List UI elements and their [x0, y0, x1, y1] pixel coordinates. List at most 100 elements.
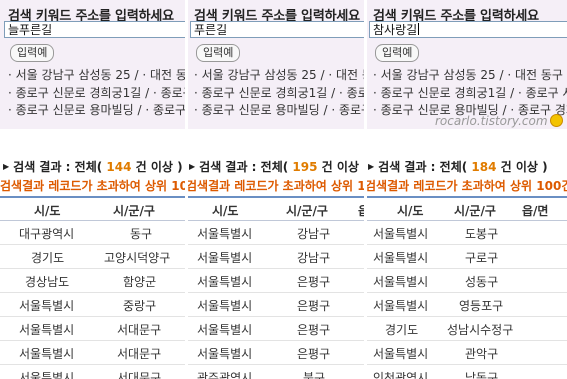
table-header: 시/도 시/군/구 읍/면 [186, 196, 365, 221]
cell-sido: 광주광역시 [197, 371, 253, 379]
cell-sigungu: 은평구 [297, 275, 331, 289]
cell-sido: 서울특별시 [373, 227, 429, 241]
example-line: · 종로구 신문로 용마빌딩 / · 종로구 경희궁의 아침 [194, 103, 365, 117]
cell-sigungu: 중랑구 [123, 299, 157, 313]
column-header-sido: 시/도 [397, 204, 424, 218]
cell-sigungu: 동구 [130, 227, 153, 241]
panel-divider [364, 0, 367, 379]
example-line: · 서울 강남구 삼성동 25 / · 대전 동구 중앙동 20 [373, 68, 567, 82]
search-panel-1: 검색 키워드 주소를 입력하세요 늘푸른길 입력예 · 서울 강남구 삼성동 2… [0, 0, 186, 379]
cell-sido: 서울특별시 [19, 323, 75, 337]
result-count-suffix: 건 이상 ) [500, 160, 548, 174]
table-row[interactable]: 서울특별시 중랑구 [0, 293, 186, 317]
example-button[interactable]: 입력예 [196, 44, 241, 62]
result-count: ▶ 검색 결과 : 전체( 144 건 이상 ) [3, 158, 183, 175]
cell-sido: 경기도 [31, 251, 65, 265]
table-row[interactable]: 경기도 성남시수정구 [365, 317, 567, 341]
watermark-logo-icon [549, 114, 563, 127]
example-line: · 종로구 신문로 용마빌딩 / · 종로구 경희궁의 아침 [8, 103, 186, 117]
table-row[interactable]: 서울특별시 서대문구 [0, 317, 186, 341]
table-row[interactable]: 서울특별시 구로구 [365, 245, 567, 269]
cell-sido: 서울특별시 [197, 299, 253, 313]
results-section: ▶ 검색 결과 : 전체( 195 건 이상 ) 검색결과 레코드가 초과하여 상… [186, 129, 365, 379]
table-header: 시/도 시/군/구 읍/면 [365, 196, 567, 221]
result-count: ▶ 검색 결과 : 전체( 195 건 이상 ) [189, 158, 365, 175]
cell-sido: 대구광역시 [19, 227, 75, 241]
cell-sigungu: 강남구 [297, 251, 331, 265]
cell-sido: 서울특별시 [197, 251, 253, 265]
cell-sigungu: 서대문구 [117, 347, 162, 361]
keyword-input-value: 참사랑길 [373, 23, 418, 37]
cell-sido: 경기도 [385, 323, 419, 337]
example-button[interactable]: 입력예 [375, 44, 420, 62]
cell-sido: 서울특별시 [19, 299, 75, 313]
keyword-input[interactable]: 늘푸른길 [4, 21, 186, 38]
table-row[interactable]: 서울특별시 영등포구 [365, 293, 567, 317]
cell-sigungu: 함양군 [123, 275, 157, 289]
search-form: 검색 키워드 주소를 입력하세요 푸른길 입력예 · 서울 강남구 삼성동 25… [186, 0, 365, 129]
watermark: rocarlo.tistory.com [435, 114, 563, 128]
cell-sigungu: 남동구 [465, 371, 499, 379]
column-header-sido: 시/도 [212, 204, 239, 218]
search-form: 검색 키워드 주소를 입력하세요 참사랑길 입력예 · 서울 강남구 삼성동 2… [365, 0, 567, 129]
cell-sido: 서울특별시 [19, 371, 75, 379]
cell-sido: 인천광역시 [373, 371, 429, 379]
example-line: · 서울 강남구 삼성동 25 / · 대전 동구 중앙동 20 [8, 68, 186, 82]
results-section: ▶ 검색 결과 : 전체( 184 건 이상 ) 검색결과 레코드가 초과하여 상… [365, 129, 567, 379]
result-count-prefix: 검색 결과 : 전체( [199, 160, 289, 174]
table-row[interactable]: 서울특별시 은평구 [186, 269, 365, 293]
table-row[interactable]: 경상남도 함양군 [0, 269, 186, 293]
results-section: ▶ 검색 결과 : 전체( 144 건 이상 ) 검색결과 레코드가 초과하여 상… [0, 129, 186, 379]
result-count-suffix: 건 이상 ) [135, 160, 183, 174]
table-row[interactable]: 서울특별시 은평구 [186, 341, 365, 365]
column-header-sido: 시/도 [34, 204, 61, 218]
keyword-input[interactable]: 푸른길 [190, 21, 365, 38]
watermark-text: rocarlo.tistory.com [435, 114, 548, 128]
cell-sigungu: 영등포구 [459, 299, 504, 313]
cell-sigungu: 강남구 [297, 227, 331, 241]
cell-sigungu: 은평구 [297, 323, 331, 337]
cell-sido: 서울특별시 [197, 227, 253, 241]
text-cursor [418, 23, 420, 35]
cell-sigungu: 고양시덕양구 [104, 251, 171, 265]
result-count-number: 184 [471, 160, 497, 174]
result-warning: 검색결과 레코드가 초과하여 상위 100건만 출력됩니다. [186, 179, 365, 193]
result-count-number: 144 [106, 160, 132, 174]
table-row[interactable]: 광주광역시 북구 [186, 365, 365, 379]
cell-sido: 서울특별시 [373, 299, 429, 313]
result-count-suffix: 건 이상 ) [321, 160, 365, 174]
example-line: · 종로구 신문로 경희궁1길 / · 종로구 사직로 8길 [373, 86, 567, 100]
example-line: · 종로구 신문로 경희궁1길 / · 종로구 사직로 8길 [194, 86, 365, 100]
triangle-icon: ▶ [3, 162, 10, 171]
result-warning: 검색결과 레코드가 초과하여 상위 100건만 출력됩니다. [365, 179, 567, 193]
table-row[interactable]: 경기도 고양시덕양구 [0, 245, 186, 269]
keyword-input[interactable]: 참사랑길 [369, 21, 567, 38]
cell-sido: 서울특별시 [197, 323, 253, 337]
table-row[interactable]: 서울특별시 서대문구 [0, 365, 186, 379]
table-row[interactable]: 서울특별시 도봉구 [365, 221, 567, 245]
cell-sigungu: 성남시수정구 [447, 323, 514, 337]
example-button[interactable]: 입력예 [10, 44, 55, 62]
table-row[interactable]: 서울특별시 성동구 [365, 269, 567, 293]
cell-sigungu: 구로구 [465, 251, 499, 265]
cell-sigungu: 성동구 [465, 275, 499, 289]
cell-sigungu: 도봉구 [465, 227, 499, 241]
table-row[interactable]: 서울특별시 강남구 [186, 221, 365, 245]
table-row[interactable]: 서울특별시 서대문구 [0, 341, 186, 365]
table-row[interactable]: 서울특별시 은평구 [186, 293, 365, 317]
cell-sido: 서울특별시 [373, 251, 429, 265]
search-panel-3: 검색 키워드 주소를 입력하세요 참사랑길 입력예 · 서울 강남구 삼성동 2… [365, 0, 567, 379]
table-row[interactable]: 서울특별시 은평구 [186, 317, 365, 341]
result-count-prefix: 검색 결과 : 전체( [13, 160, 103, 174]
cell-sigungu: 은평구 [297, 299, 331, 313]
panel-divider [185, 0, 188, 379]
example-line: · 종로구 신문로 경희궁1길 / · 종로구 사직로 8길 [8, 86, 186, 100]
cell-sido: 서울특별시 [197, 275, 253, 289]
table-row[interactable]: 서울특별시 강남구 [186, 245, 365, 269]
table-row[interactable]: 인천광역시 남동구 [365, 365, 567, 379]
keyword-input-value: 늘푸른길 [8, 23, 53, 37]
table-row[interactable]: 서울특별시 관악구 [365, 341, 567, 365]
search-form: 검색 키워드 주소를 입력하세요 늘푸른길 입력예 · 서울 강남구 삼성동 2… [0, 0, 186, 129]
column-header-sigungu: 시/군/구 [286, 204, 328, 218]
table-row[interactable]: 대구광역시 동구 [0, 221, 186, 245]
